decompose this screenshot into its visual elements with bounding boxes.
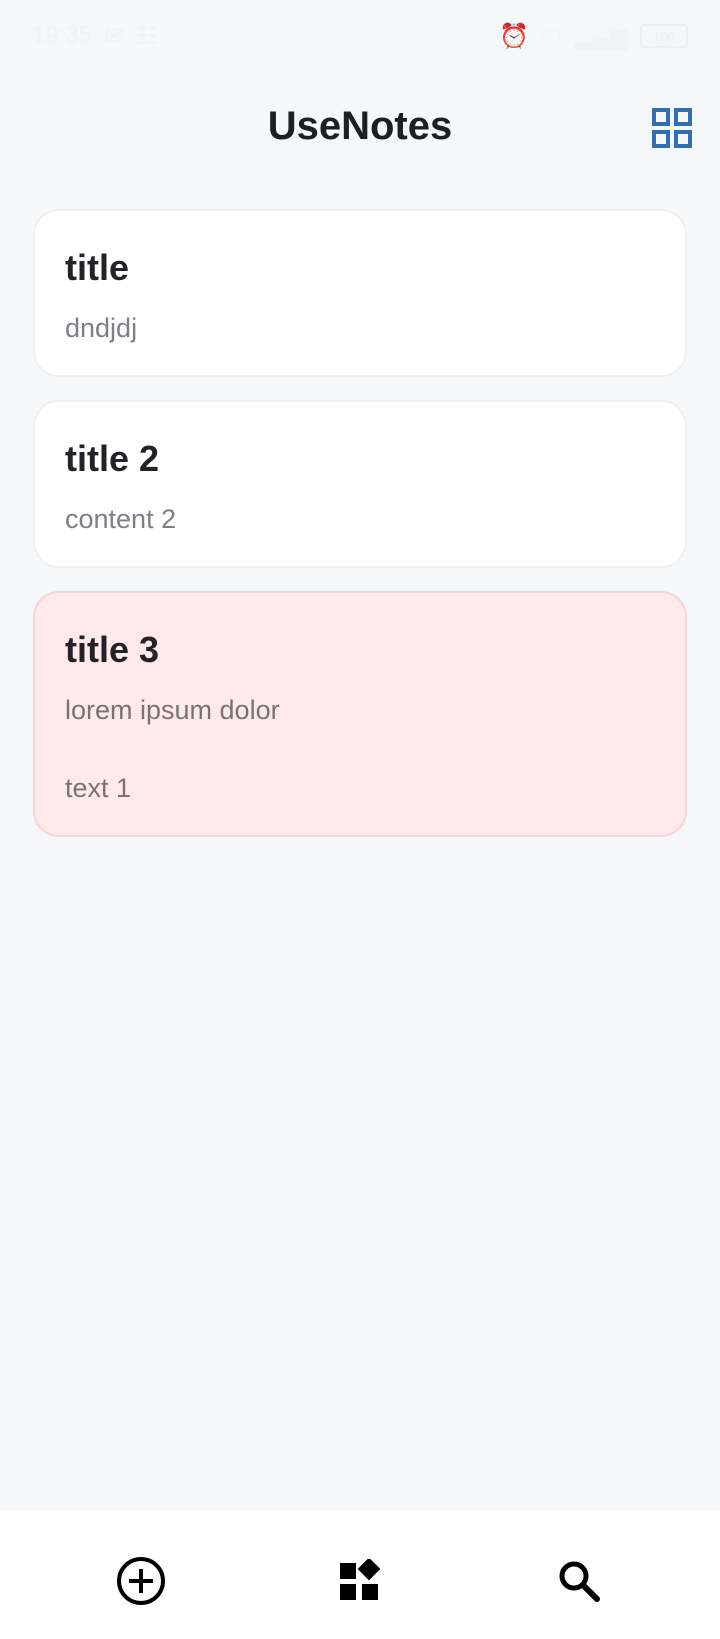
note-content: content 2 (65, 504, 177, 534)
note-title: title 2 (65, 438, 160, 479)
note-card[interactable]: title dndjdj (33, 209, 687, 377)
widgets-icon (340, 1559, 381, 1600)
battery-icon: 100 (640, 24, 688, 48)
add-circle-icon (117, 1557, 165, 1605)
note-content: dndjdj (65, 313, 138, 343)
app-header: UseNotes (0, 92, 720, 172)
status-right: ⏰ ◠ ▂▄▆ 100 (499, 22, 688, 51)
note-card[interactable]: title 3 lorem ipsum dolor text 1 (33, 591, 687, 837)
message-icon: ✉ (104, 22, 125, 50)
status-time: 19:35 (32, 22, 93, 49)
categories-button[interactable] (332, 1553, 388, 1609)
note-extra-text: text 1 (65, 773, 132, 803)
grid-view-icon[interactable] (652, 108, 692, 148)
search-icon (559, 1561, 600, 1602)
signal-icon: ▂▄▆ (574, 22, 628, 50)
status-bar: 19:35 ✉ ☷ ⏰ ◠ ▂▄▆ 100 (0, 0, 720, 72)
note-card[interactable]: title 2 content 2 (33, 400, 687, 568)
note-title: title 3 (65, 629, 160, 670)
search-button[interactable] (551, 1553, 607, 1609)
note-content: lorem ipsum dolor (65, 695, 280, 725)
notes-list: title dndjdj title 2 content 2 title 3 l… (33, 209, 687, 837)
note-title: title (65, 247, 130, 288)
wifi-icon: ◠ (541, 22, 563, 50)
alarm-icon: ⏰ (499, 22, 530, 50)
status-left: 19:35 ✉ ☷ (32, 22, 158, 51)
bottom-nav (0, 1510, 720, 1639)
add-note-button[interactable] (113, 1553, 169, 1609)
page-title: UseNotes (267, 104, 453, 148)
notification-icon: ☷ (136, 22, 158, 50)
